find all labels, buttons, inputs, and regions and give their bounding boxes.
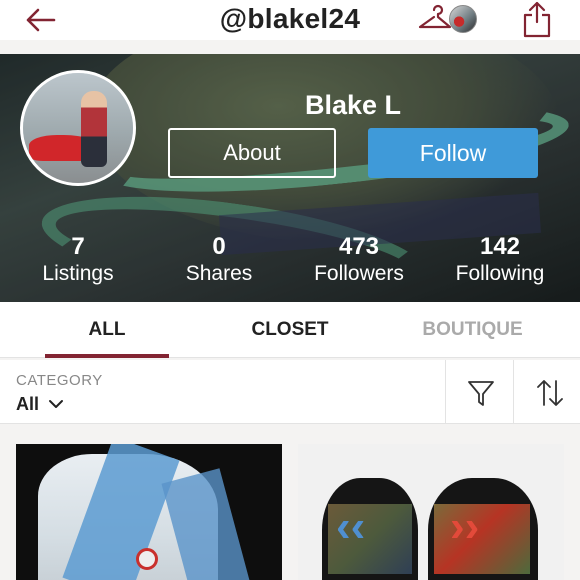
chevron-down-icon[interactable]	[48, 398, 64, 410]
stat-shares[interactable]: 0 Shares	[149, 234, 289, 288]
filter-funnel-icon[interactable]	[466, 378, 496, 408]
listing-card[interactable]: ‹‹ ››	[298, 444, 564, 580]
sort-arrows-icon[interactable]	[534, 377, 566, 409]
about-button[interactable]: About	[168, 128, 336, 178]
profile-avatar[interactable]	[20, 70, 136, 186]
profile-handle: @blakel24	[219, 3, 361, 34]
category-dropdown[interactable]: All	[16, 394, 39, 415]
tab-boutique[interactable]: BOUTIQUE	[405, 302, 540, 358]
stat-value: 142	[479, 233, 521, 260]
follow-button[interactable]: Follow	[368, 128, 538, 178]
stat-label: Followers	[314, 262, 404, 285]
tab-closet[interactable]: CLOSET	[230, 302, 350, 358]
stat-label: Following	[455, 262, 545, 285]
stat-listings[interactable]: 7 Listings	[8, 234, 148, 288]
tab-all[interactable]: ALL	[45, 302, 169, 358]
listing-card[interactable]	[16, 444, 282, 580]
stat-followers[interactable]: 473 Followers	[289, 234, 429, 288]
stat-value: 473	[338, 233, 380, 260]
stat-value: 7	[71, 233, 85, 260]
divider	[445, 360, 446, 424]
divider	[513, 360, 514, 424]
stat-value: 0	[212, 233, 226, 260]
closet-tabs: ALL CLOSET BOUTIQUE	[0, 302, 580, 358]
profile-name: Blake L	[304, 90, 402, 120]
share-icon[interactable]	[520, 0, 554, 38]
stat-following[interactable]: 142 Following	[430, 234, 570, 288]
stat-label: Listings	[42, 262, 114, 285]
mini-avatar[interactable]	[449, 5, 477, 33]
stat-label: Shares	[185, 262, 253, 285]
filter-bar: CATEGORY All	[0, 360, 580, 424]
category-label: CATEGORY	[16, 372, 103, 389]
top-nav-bar: @blakel24	[0, 0, 580, 40]
